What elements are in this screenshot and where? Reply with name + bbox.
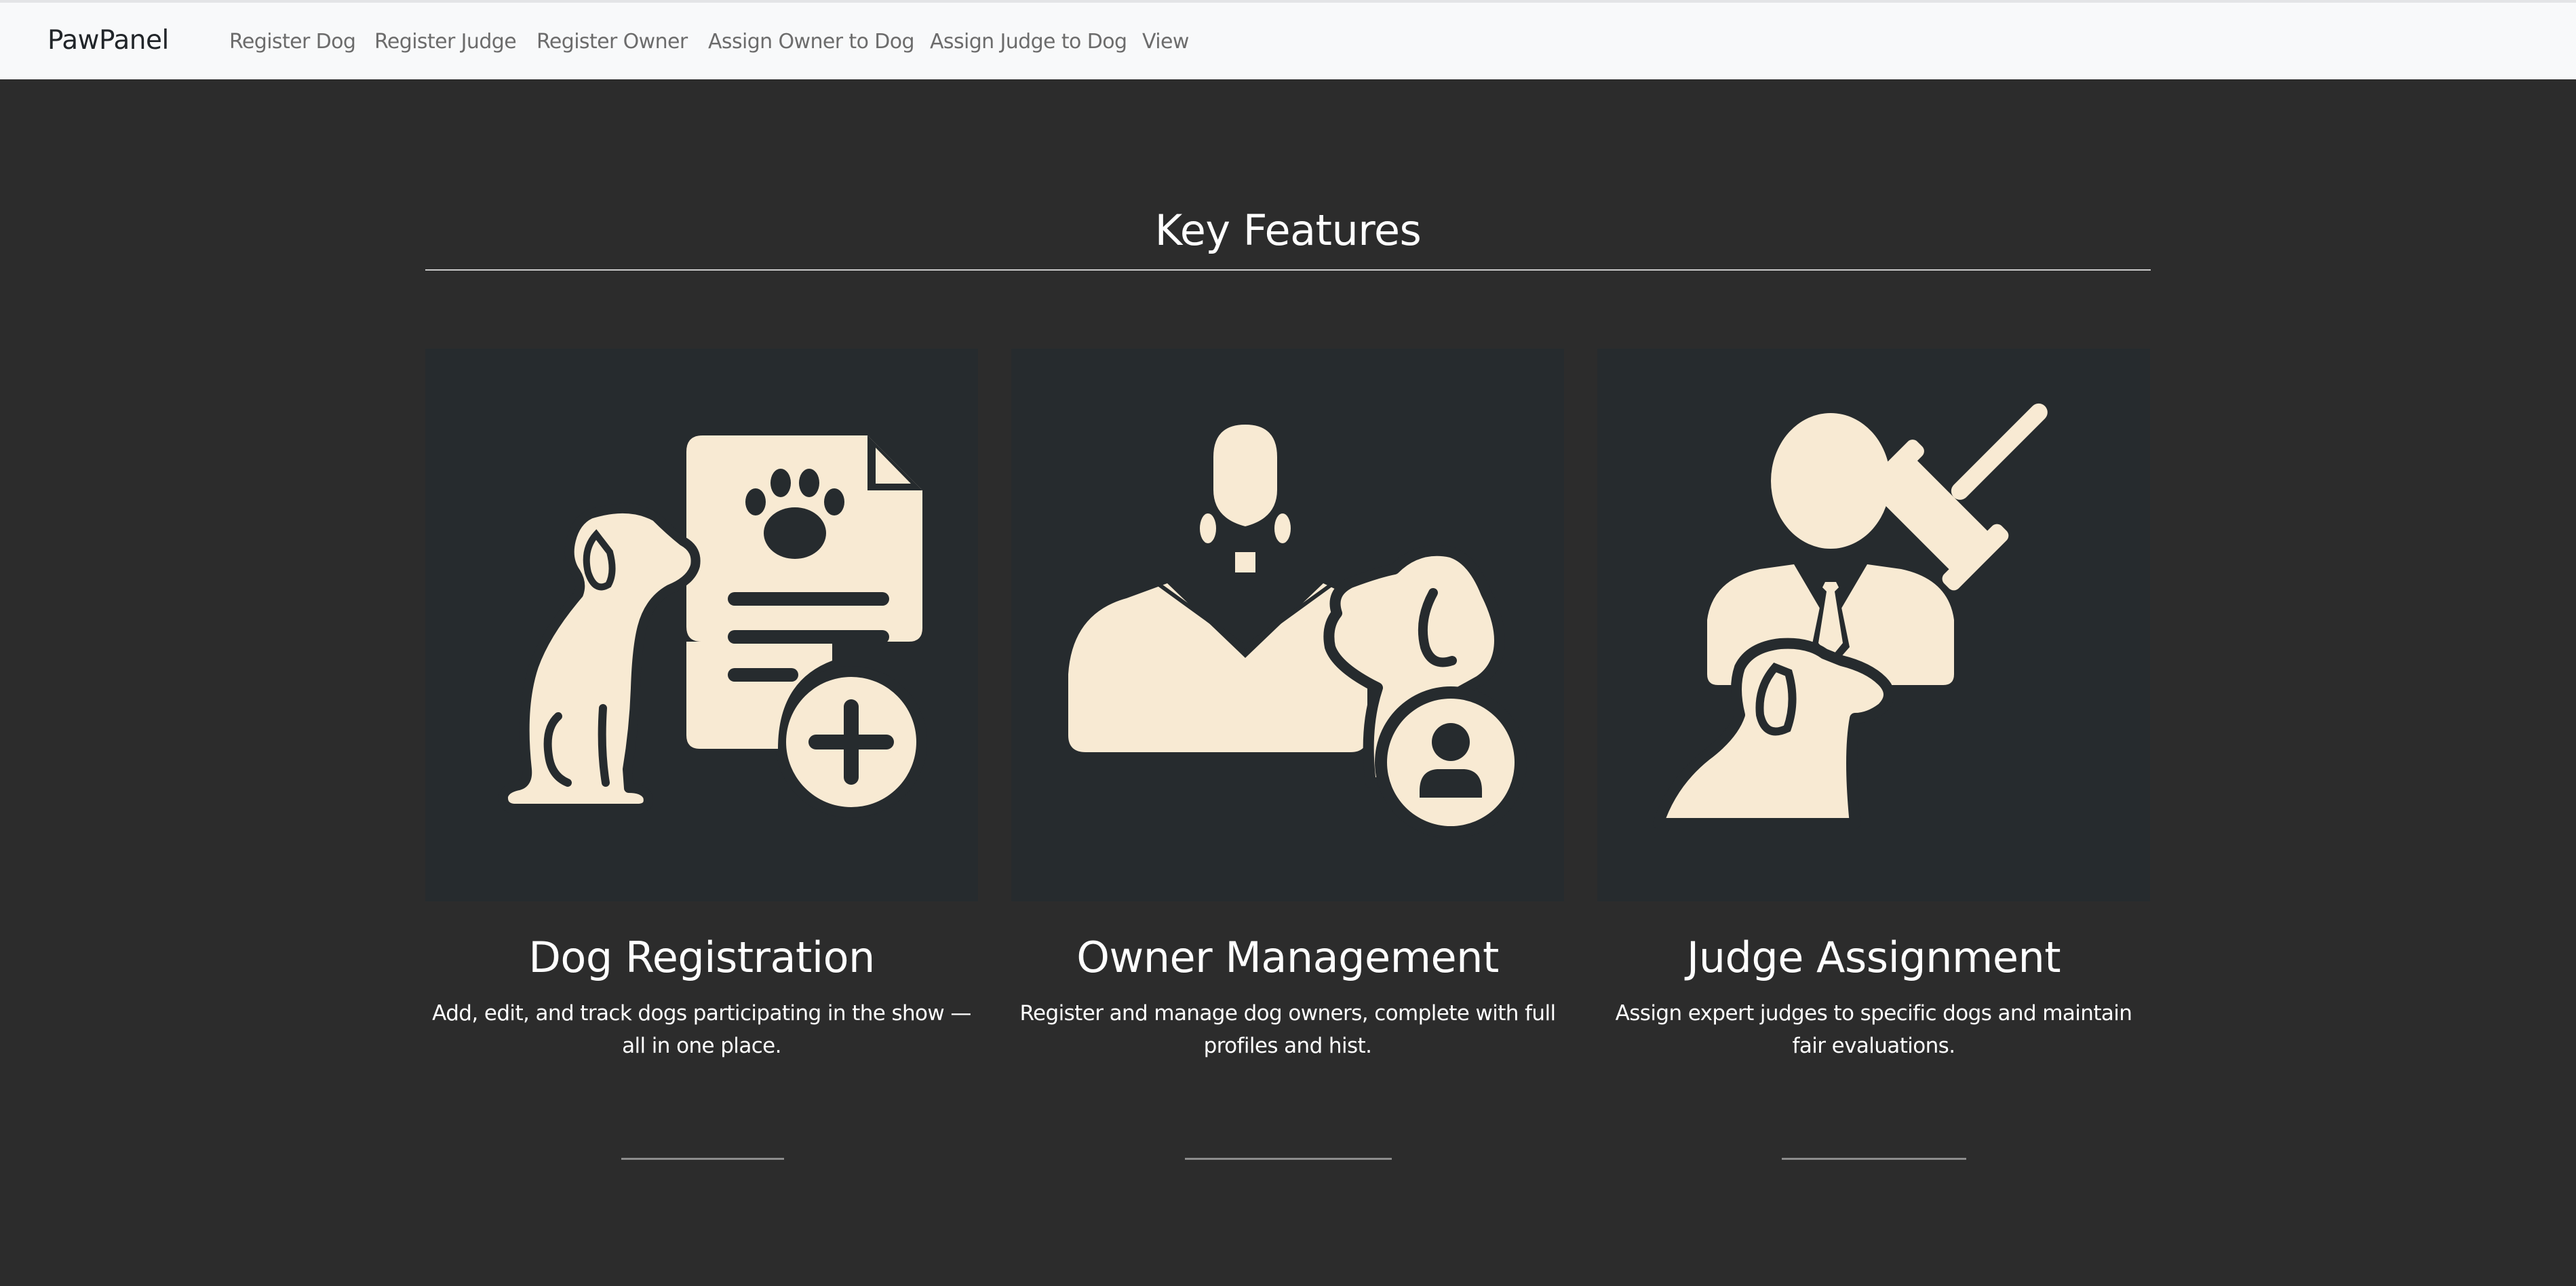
brand-link[interactable]: PawPanel <box>47 24 169 57</box>
dog-registration-description: Add, edit, and track dogs participating … <box>432 1001 971 1058</box>
key-features-heading: Key Features <box>1154 206 1422 255</box>
card-divider <box>1782 1158 1966 1160</box>
top-navbar: PawPanel Register Dog Register Judge Reg… <box>0 0 2576 79</box>
nav-register-judge[interactable]: Register Judge <box>374 28 517 56</box>
card-divider <box>1185 1158 1392 1160</box>
judge-assignment-description: Assign expert judges to specific dogs an… <box>1615 1001 2132 1058</box>
owner-management-icon <box>1011 349 1564 901</box>
heading-divider <box>425 269 2151 271</box>
nav-assign-owner-to-dog[interactable]: Assign Owner to Dog <box>708 28 915 56</box>
nav-assign-judge-to-dog[interactable]: Assign Judge to Dog <box>930 28 1127 56</box>
owner-management-title: Owner Management <box>1076 933 1499 982</box>
nav-register-owner[interactable]: Register Owner <box>536 28 688 56</box>
nav-register-dog[interactable]: Register Dog <box>229 28 356 56</box>
card-divider <box>621 1158 784 1160</box>
dog-registration-icon <box>425 349 978 901</box>
owner-management-description: Register and manage dog owners, complete… <box>1019 1001 1557 1058</box>
judge-assignment-icon <box>1597 349 2150 901</box>
nav-view[interactable]: View <box>1142 28 1189 56</box>
judge-assignment-title: Judge Assignment <box>1686 933 2061 982</box>
dog-registration-title: Dog Registration <box>528 933 875 982</box>
